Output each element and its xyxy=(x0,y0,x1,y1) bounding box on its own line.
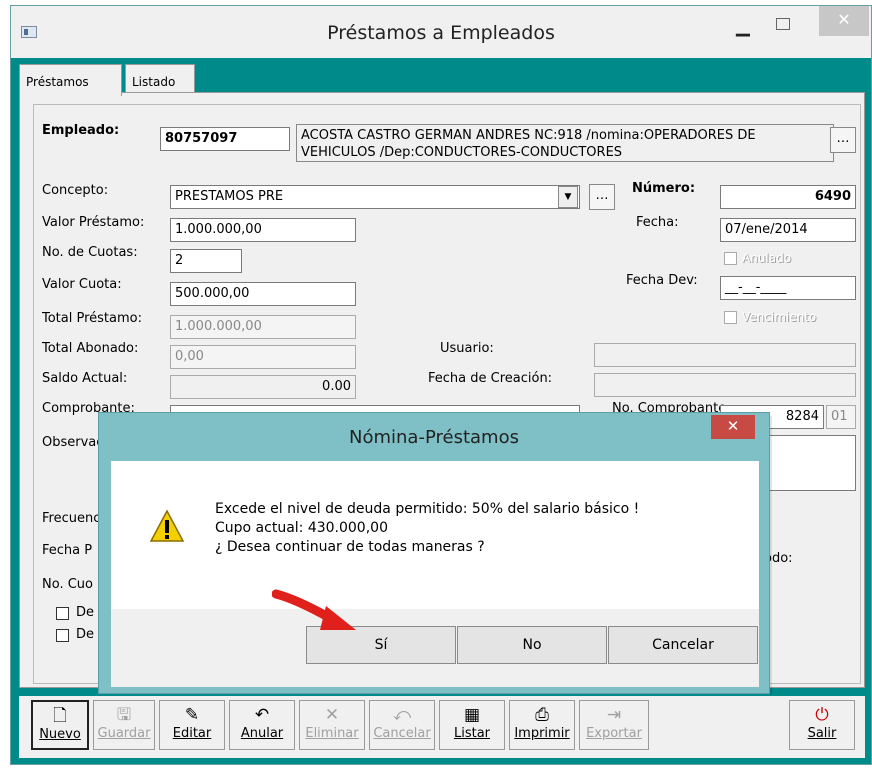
anular-button[interactable]: ↶ Anular xyxy=(229,700,295,750)
message-line-3: ¿ Desea continuar de todas maneras ? xyxy=(215,539,485,555)
fecha-input[interactable]: 07/ene/2014 xyxy=(720,218,856,242)
edit-icon: ✎ xyxy=(184,705,200,725)
editar-button[interactable]: ✎ Editar xyxy=(159,700,225,750)
toolbar: 🗋 Nuevo 🖫 Guardar ✎ Editar ↶ Anular ✕ Elimina… xyxy=(19,696,865,758)
valor-cuota-input[interactable]: 500.000,00 xyxy=(170,282,356,306)
saldo-label: Saldo Actual: xyxy=(42,371,128,386)
cancel-button[interactable]: Cancelar xyxy=(608,626,758,664)
anulado-checkbox[interactable] xyxy=(724,252,737,265)
total-abonado-input: 0,00 xyxy=(170,345,356,369)
valor-prestamo-label: Valor Préstamo: xyxy=(42,215,145,230)
valor-prestamo-input[interactable]: 1.000.000,00 xyxy=(170,218,356,242)
exportar-button[interactable]: ⇥ Exportar xyxy=(579,700,649,750)
concepto-select[interactable]: PRESTAMOS PRE xyxy=(170,185,580,209)
option-label-1: De xyxy=(76,605,95,620)
tab-listado[interactable]: Listado xyxy=(125,64,195,94)
fecha-p-label: Fecha P xyxy=(42,543,93,558)
cuotas-input[interactable]: 2 xyxy=(170,249,242,273)
fecha-dev-label: Fecha Dev: xyxy=(626,273,698,288)
dialog-title: Nómina-Préstamos xyxy=(349,427,519,448)
fecha-creacion-label: Fecha de Creación: xyxy=(428,371,553,386)
export-icon: ⇥ xyxy=(606,705,622,725)
chevron-down-icon[interactable]: ▼ xyxy=(558,186,578,208)
empleado-lookup-button[interactable]: … xyxy=(830,127,856,153)
numero-label: Número: xyxy=(632,181,696,196)
dialog-body: Excede el nivel de deuda permitido: 50% … xyxy=(111,461,759,609)
vencimiento-checkbox[interactable] xyxy=(724,311,737,324)
concepto-lookup-button[interactable]: … xyxy=(589,184,615,210)
usuario-field xyxy=(594,343,856,367)
total-prestamo-label: Total Préstamo: xyxy=(42,311,142,326)
salir-button[interactable]: ⏻ Salir xyxy=(789,700,855,750)
imprimir-button[interactable]: ⎙ Imprimir xyxy=(509,700,575,750)
fecha-creacion-field xyxy=(594,373,856,397)
calendar-icon: ▦ xyxy=(463,705,481,725)
no-comprobante-suffix: 01 xyxy=(826,405,856,429)
title-bar: Préstamos a Empleados ▁ ✕ xyxy=(11,6,871,58)
tab-prestamos[interactable]: Préstamos xyxy=(19,64,122,96)
fecha-dev-input[interactable]: __-__-____ xyxy=(720,276,856,300)
printer-icon: ⎙ xyxy=(535,705,549,725)
saldo-field: 0.00 xyxy=(170,375,356,399)
total-abonado-label: Total Abonado: xyxy=(42,341,139,356)
empleado-id-input[interactable]: 80757097 xyxy=(160,127,290,151)
minimize-icon[interactable]: ▁ xyxy=(736,16,756,37)
cuotas-label: No. de Cuotas: xyxy=(42,245,138,260)
message-line-1: Excede el nivel de deuda permitido: 50% … xyxy=(215,501,640,517)
option-label-2: De xyxy=(76,627,95,642)
anulado-label: Anulado xyxy=(742,251,792,265)
guardar-button[interactable]: 🖫 Guardar xyxy=(93,700,155,750)
listar-button[interactable]: ▦ Listar xyxy=(439,700,505,750)
delete-icon: ✕ xyxy=(324,705,340,725)
no-cuo-label: No. Cuo xyxy=(42,577,93,592)
usuario-label: Usuario: xyxy=(440,341,494,356)
exit-icon: ⏻ xyxy=(815,705,829,725)
dialog-close-icon[interactable]: ✕ xyxy=(711,415,755,439)
vencimiento-label: Vencimiento xyxy=(742,310,817,324)
eliminar-button[interactable]: ✕ Eliminar xyxy=(299,700,365,750)
option-checkbox-2[interactable] xyxy=(56,629,69,642)
warning-icon xyxy=(149,509,185,542)
save-icon: 🖫 xyxy=(116,705,132,725)
empleado-label: Empleado: xyxy=(42,123,120,138)
red-arrow-icon xyxy=(272,589,356,630)
nuevo-button[interactable]: 🗋 Nuevo xyxy=(31,700,89,750)
dialog-footer: Sí No Cancelar xyxy=(111,609,759,687)
concepto-label: Concepto: xyxy=(42,183,109,198)
maximize-icon[interactable] xyxy=(776,18,790,30)
valor-cuota-label: Valor Cuota: xyxy=(42,277,122,292)
option-checkbox-1[interactable] xyxy=(56,607,69,620)
total-prestamo-input: 1.000.000,00 xyxy=(170,315,356,339)
undo-icon: ↶ xyxy=(254,705,270,725)
close-icon[interactable]: ✕ xyxy=(819,6,869,36)
cancelar-button[interactable]: ⤺ Cancelar xyxy=(369,700,435,750)
message-dialog: Nómina-Préstamos ✕ Excede el nivel de de… xyxy=(98,412,770,694)
new-document-icon: 🗋 xyxy=(53,706,67,726)
dialog-message: Excede el nivel de deuda permitido: 50% … xyxy=(215,500,639,557)
cancel-icon: ⤺ xyxy=(392,705,412,725)
empleado-description: ACOSTA CASTRO GERMAN ANDRES NC:918 /nomi… xyxy=(296,124,834,162)
no-button[interactable]: No xyxy=(457,626,607,664)
fecha-label: Fecha: xyxy=(636,215,679,230)
message-line-2: Cupo actual: 430.000,00 xyxy=(215,520,388,536)
numero-input[interactable]: 6490 xyxy=(720,185,856,209)
